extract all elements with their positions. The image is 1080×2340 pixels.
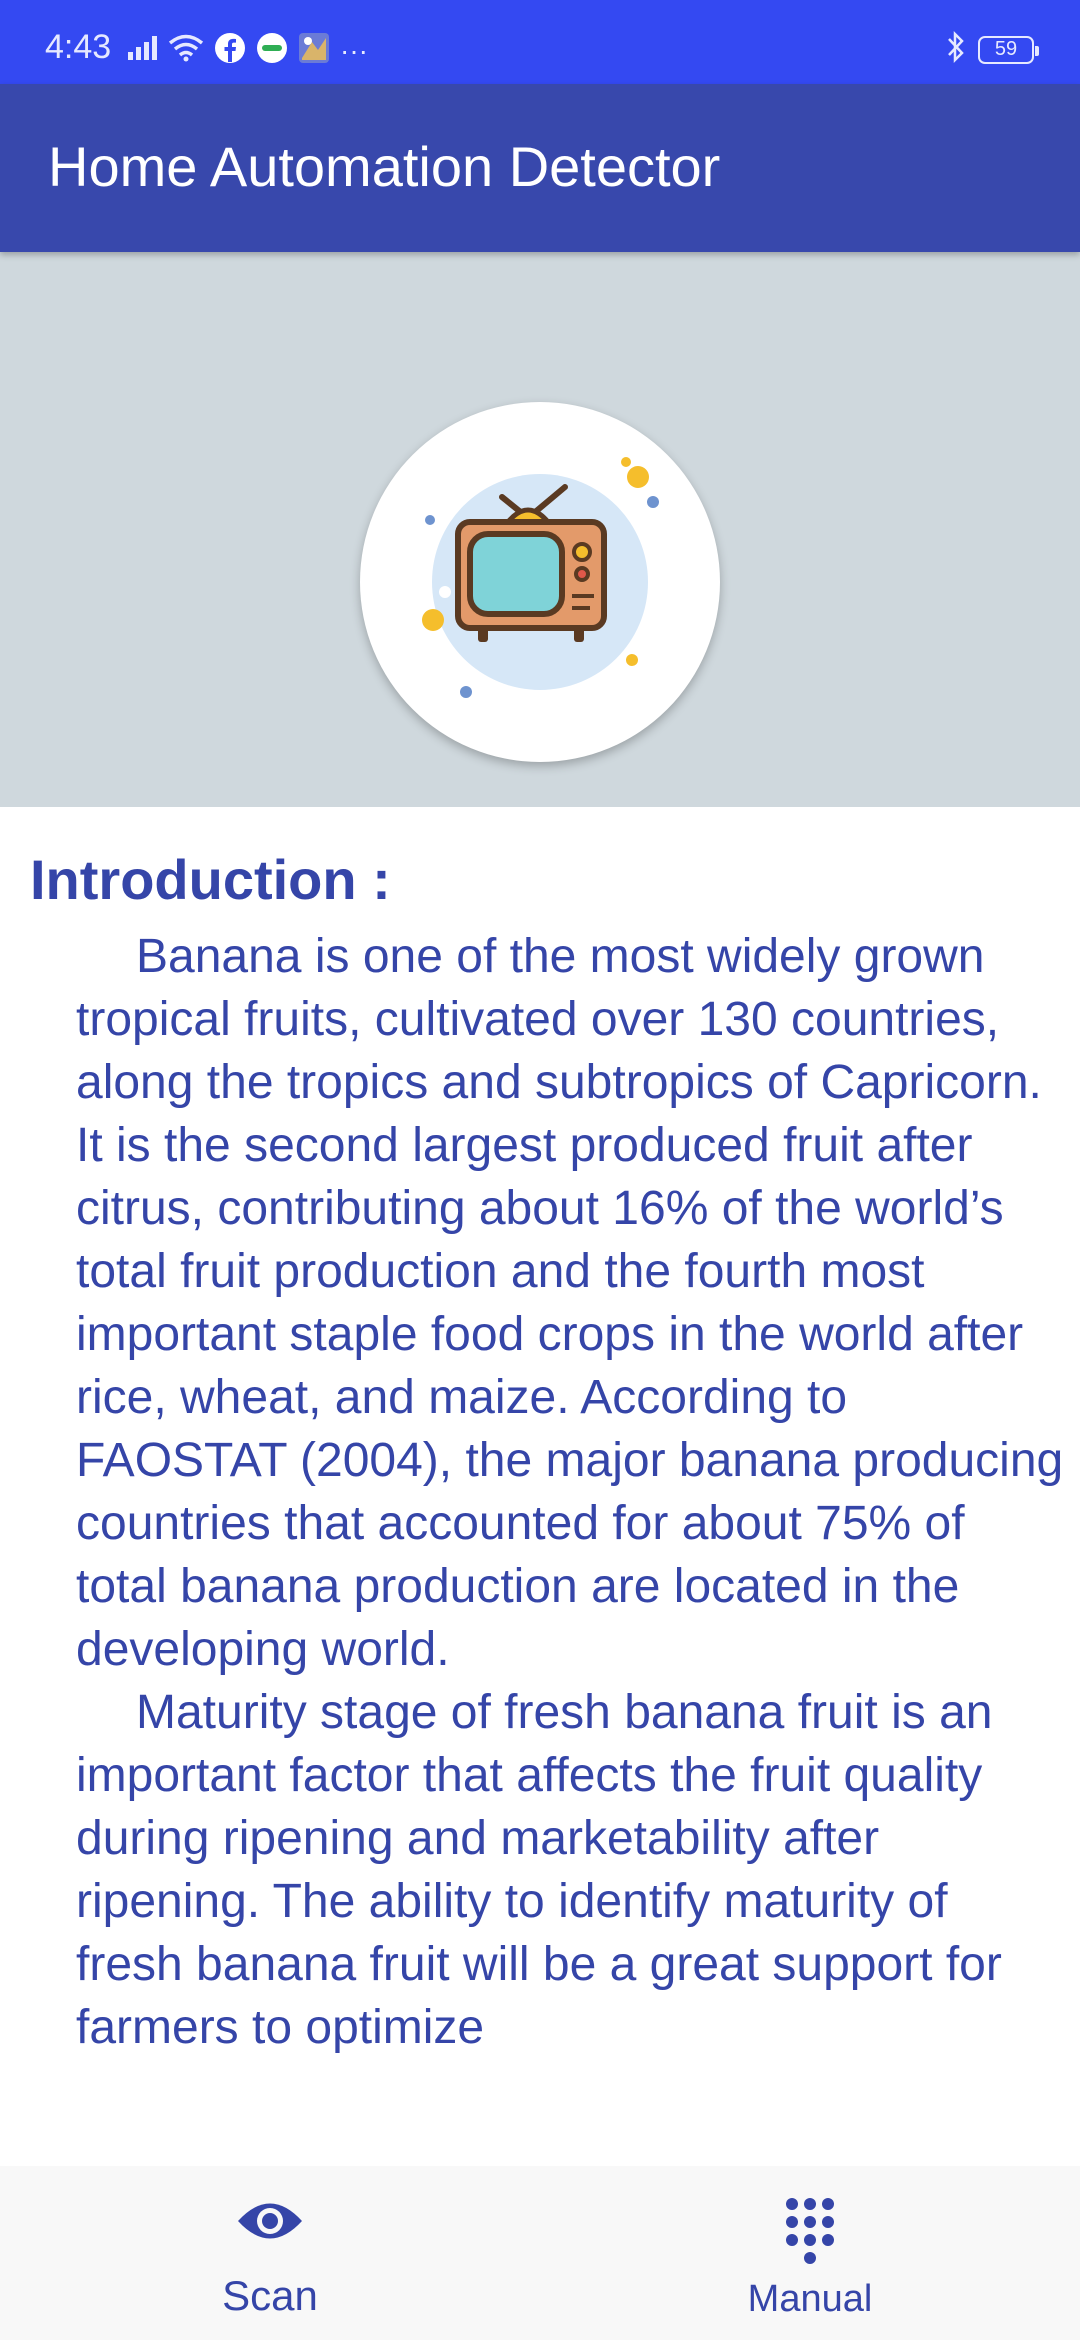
facebook-icon (214, 32, 246, 69)
grab-icon (256, 32, 288, 69)
status-icons-left: ··· (128, 32, 368, 69)
battery-icon: 59 (978, 35, 1039, 64)
wifi-icon (168, 34, 204, 67)
nav-label-scan: Scan (222, 2272, 318, 2319)
intro-body: Banana is one of the most widely grown t… (76, 925, 1066, 2059)
eye-icon (236, 2198, 304, 2249)
hero-image (360, 402, 720, 762)
status-time: 4:43 (45, 28, 112, 66)
status-bar: 4:43 ··· 59 (0, 0, 1080, 84)
intro-paragraph: Maturity stage of fresh banana fruit is … (76, 1686, 1002, 2054)
dialpad-icon (784, 2196, 836, 2271)
hero-banner (0, 252, 1080, 807)
more-icon: ··· (340, 34, 368, 66)
nav-item-manual[interactable]: Manual (540, 2166, 1080, 2340)
intro-paragraph: Banana is one of the most widely grown t… (76, 930, 1064, 1676)
content-scroll-area[interactable]: Introduction : Banana is one of the most… (0, 807, 1080, 2167)
intro-heading: Introduction : (30, 848, 391, 911)
screen: 4:43 ··· 59 Home Automation Detector Int… (0, 0, 1080, 2340)
game-icon (298, 32, 330, 69)
bluetooth-icon (946, 30, 966, 69)
battery-level: 59 (994, 38, 1018, 60)
app-bar: Home Automation Detector (0, 84, 1080, 252)
status-icons-right: 59 (946, 30, 1039, 69)
tv-icon (422, 457, 659, 698)
app-title: Home Automation Detector (48, 135, 721, 198)
nav-item-scan[interactable]: Scan (0, 2166, 540, 2340)
signal-icon (128, 36, 158, 65)
nav-label-manual: Manual (747, 2278, 873, 2320)
bottom-navigation: Scan Manual (0, 2166, 1080, 2340)
